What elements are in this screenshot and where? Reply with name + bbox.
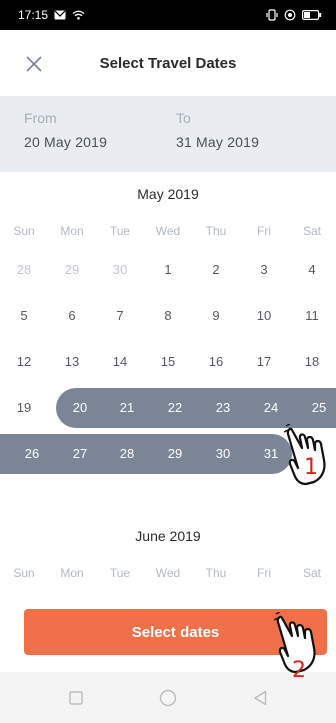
system-nav-bar	[0, 672, 336, 723]
close-button[interactable]	[20, 50, 48, 78]
weekday-header-may: Sun Mon Tue Wed Thu Fri Sat	[0, 224, 336, 244]
calendar-day[interactable]: 4	[288, 250, 336, 290]
calendar-day[interactable]: 5	[0, 296, 48, 336]
weekday-sun: Sun	[13, 224, 35, 238]
calendar-day[interactable]: 13	[48, 342, 96, 382]
back-button[interactable]	[250, 688, 270, 708]
weekday-fri: Fri	[257, 566, 271, 580]
calendar-day[interactable]: 16	[192, 342, 240, 382]
week-row-2: 5 6 7 8 9 10 11	[0, 296, 336, 336]
calendar-day[interactable]: 30	[96, 250, 144, 290]
calendar-day[interactable]: 11	[288, 296, 336, 336]
weekday-sat: Sat	[302, 224, 321, 238]
month-title-may: May 2019	[137, 186, 199, 202]
calendar-day-selected[interactable]: 26	[8, 434, 56, 474]
calendar-day-selected[interactable]: 21	[103, 388, 151, 428]
weekday-header-june: Sun Mon Tue Wed Thu Fri Sat	[0, 566, 336, 586]
status-right	[266, 9, 322, 21]
calendar-day[interactable]: 9	[192, 296, 240, 336]
calendar-day[interactable]: 18	[288, 342, 336, 382]
weekday-sat: Sat	[302, 566, 321, 580]
vibrate-icon	[266, 9, 278, 21]
wifi-icon	[72, 10, 85, 20]
calendar-day-selected[interactable]: 24	[247, 388, 295, 428]
calendar-day-selected[interactable]: 27	[56, 434, 104, 474]
step-number-2: 2	[292, 658, 306, 683]
weekday-tue: Tue	[109, 224, 131, 238]
calendar-day[interactable]: 8	[144, 296, 192, 336]
step-number-1: 1	[304, 455, 318, 480]
weekday-wed: Wed	[155, 566, 181, 580]
calendar-day[interactable]: 17	[240, 342, 288, 382]
calendar-day[interactable]: 1	[144, 250, 192, 290]
back-triangle-icon[interactable]	[253, 690, 267, 706]
weekday-wed: Wed	[155, 224, 181, 238]
from-field[interactable]: From 20 May 2019	[24, 110, 107, 150]
from-label: From	[24, 110, 57, 126]
calendar-day[interactable]: 15	[144, 342, 192, 382]
calendar-day[interactable]: 28	[0, 250, 48, 290]
calendar-day-selected[interactable]: 30	[199, 434, 247, 474]
calendar-day[interactable]: 14	[96, 342, 144, 382]
circle-icon[interactable]	[159, 689, 177, 707]
weekday-fri: Fri	[257, 224, 271, 238]
message-icon	[54, 10, 66, 20]
calendar-day-selected[interactable]: 20	[56, 388, 104, 428]
calendar-day[interactable]: 2	[192, 250, 240, 290]
select-dates-label: Select dates	[131, 623, 220, 641]
calendar-day[interactable]: 10	[240, 296, 288, 336]
weekday-sun: Sun	[13, 566, 35, 580]
calendar-day[interactable]: 12	[0, 342, 48, 382]
weekday-mon: Mon	[60, 566, 84, 580]
calendar-day-selected[interactable]: 23	[199, 388, 247, 428]
calendar-day-selected[interactable]: 29	[151, 434, 199, 474]
calendar-day[interactable]: 7	[96, 296, 144, 336]
calendar-day-selected[interactable]: 25	[295, 388, 336, 428]
page-title: Select Travel Dates	[99, 54, 237, 72]
calendar-day[interactable]: 29	[48, 250, 96, 290]
calendar-day[interactable]: 6	[48, 296, 96, 336]
calendar-day[interactable]: 19	[0, 388, 48, 428]
to-field[interactable]: To 31 May 2019	[176, 110, 259, 150]
close-icon[interactable]	[26, 56, 42, 72]
to-label: To	[176, 110, 191, 126]
weekday-thu: Thu	[205, 224, 227, 238]
weekday-mon: Mon	[60, 224, 84, 238]
from-value: 20 May 2019	[24, 134, 108, 150]
alarm-icon	[284, 9, 296, 21]
header: Select Travel Dates	[0, 30, 336, 96]
status-bar: 17:15	[0, 0, 336, 30]
month-title-june: June 2019	[135, 528, 201, 544]
status-left: 17:15	[18, 8, 85, 22]
home-button[interactable]	[158, 688, 178, 708]
weekday-tue: Tue	[109, 566, 131, 580]
battery-icon	[302, 10, 322, 20]
calendar-day[interactable]: 3	[240, 250, 288, 290]
calendar-day-selected[interactable]: 22	[151, 388, 199, 428]
weekday-thu: Thu	[205, 566, 227, 580]
recents-button[interactable]	[66, 688, 86, 708]
date-range-panel: From 20 May 2019 To 31 May 2019	[0, 96, 336, 172]
week-row-1: 28 29 30 1 2 3 4	[0, 250, 336, 290]
week-row-4: 19 20 21 22 23 24 25	[0, 388, 336, 428]
status-time: 17:15	[18, 8, 49, 22]
square-icon[interactable]	[69, 690, 83, 705]
calendar-day-selected[interactable]: 28	[103, 434, 151, 474]
to-value: 31 May 2019	[176, 134, 260, 150]
week-row-3: 12 13 14 15 16 17 18	[0, 342, 336, 382]
